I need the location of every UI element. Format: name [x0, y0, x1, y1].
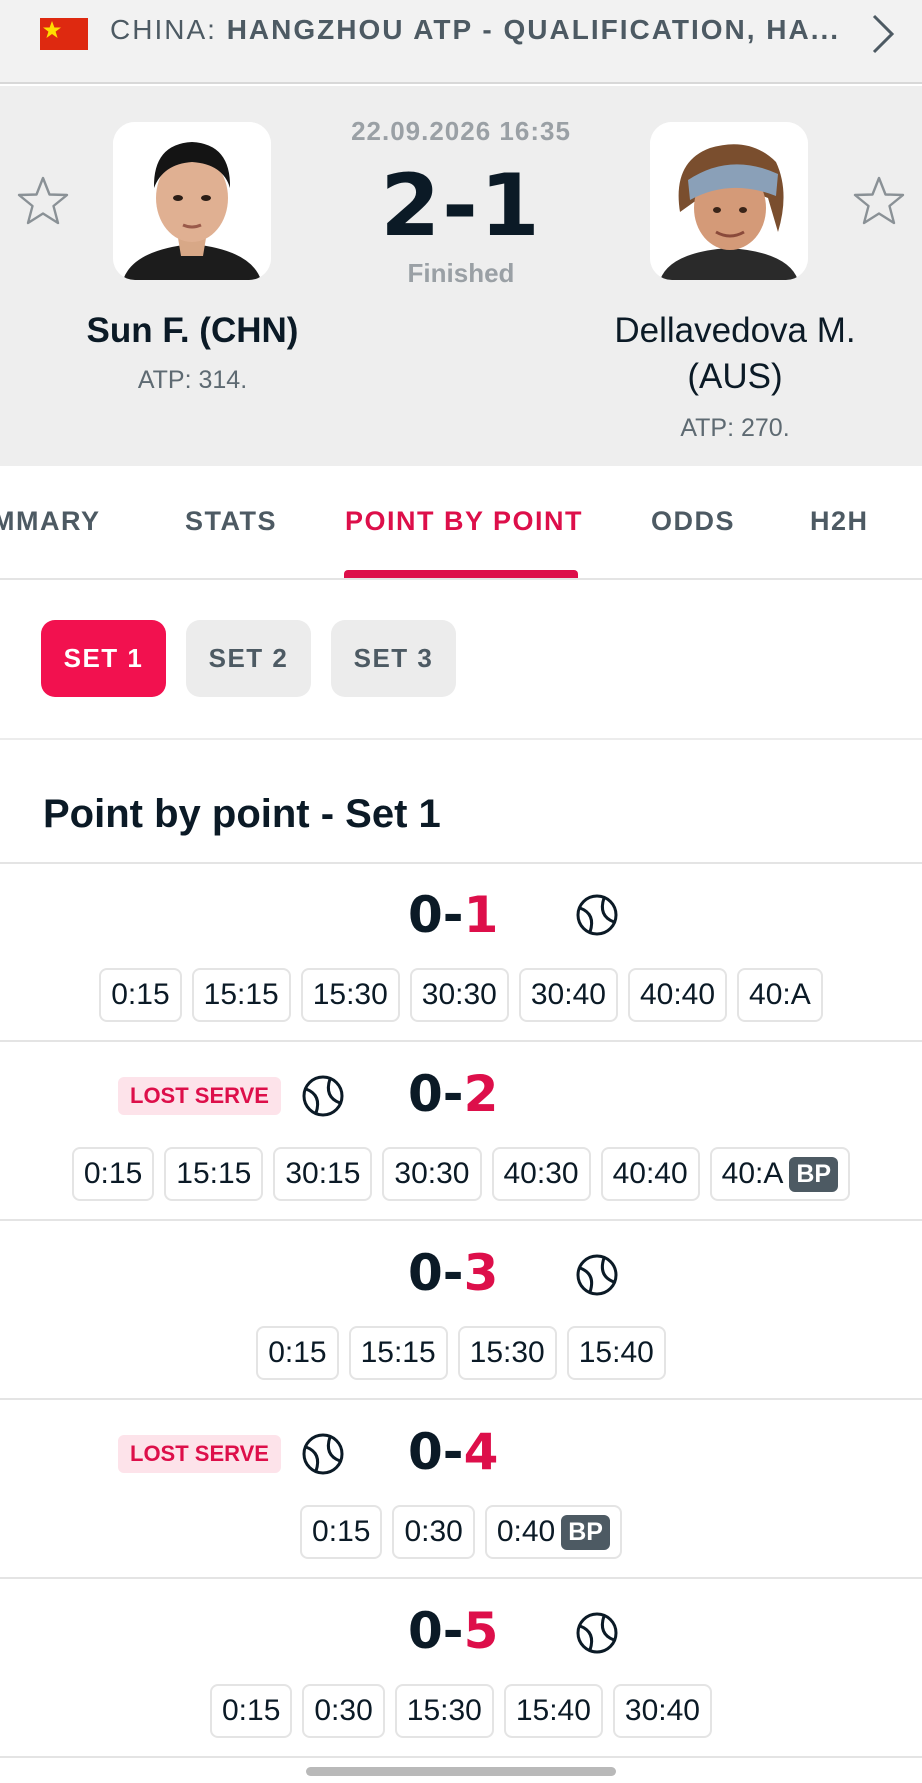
- away-player-rank: ATP: 270.: [680, 414, 790, 442]
- point-score: 40:A BP: [709, 1147, 851, 1201]
- point-score: 15:15: [191, 968, 291, 1022]
- point-list: 0:15 15:15 15:30 15:40: [0, 1326, 922, 1380]
- point-score: 30:30: [382, 1147, 482, 1201]
- competition-bar[interactable]: CHINA: HANGZHOU ATP - QUALIFICATION, HA.…: [0, 0, 922, 84]
- game-row: 0-5 0:15 0:30 15:30 15:40 30:40: [0, 1580, 922, 1758]
- point-score: 0:30: [302, 1684, 385, 1738]
- point-score: 30:30: [409, 968, 509, 1022]
- point-score: 15:30: [457, 1326, 557, 1380]
- point-score: 0:40 BP: [484, 1505, 622, 1559]
- point-score: 0:15: [209, 1684, 293, 1738]
- game-score: 0-2: [408, 1065, 499, 1123]
- point-score: 30:40: [518, 968, 618, 1022]
- tab-odds[interactable]: ODDS: [651, 506, 735, 537]
- match-tabs: MMARY STATS POINT BY POINT ODDS H2H: [0, 466, 922, 580]
- match-datetime: 22.09.2026 16:35: [351, 116, 571, 146]
- point-list: 0:15 0:30 0:40 BP: [0, 1505, 922, 1559]
- away-player-name[interactable]: Dellavedova M. (AUS): [570, 308, 900, 400]
- point-score: 40:40: [627, 968, 728, 1022]
- point-list: 0:15 15:15 15:30 30:30 30:40 40:40 40:A: [0, 968, 922, 1022]
- tab-stats[interactable]: STATS: [185, 506, 277, 537]
- point-score: 15:30: [394, 1684, 494, 1738]
- point-score: 40:30: [491, 1147, 591, 1201]
- point-list: 0:15 0:30 15:30 15:40 30:40: [0, 1684, 922, 1738]
- set-1-chip[interactable]: SET 1: [41, 620, 166, 697]
- break-point-badge: BP: [561, 1514, 610, 1550]
- country-label: CHINA:: [110, 14, 217, 45]
- point-score: 15:15: [164, 1147, 264, 1201]
- home-player-name[interactable]: Sun F. (CHN): [40, 308, 345, 354]
- game-score: 0-5: [408, 1602, 499, 1660]
- active-tab-indicator: [344, 570, 578, 578]
- set-3-chip[interactable]: SET 3: [331, 620, 456, 697]
- break-point-badge: BP: [789, 1156, 839, 1192]
- tab-point-by-point[interactable]: POINT BY POINT: [345, 506, 583, 537]
- serve-ball-icon: [302, 1433, 344, 1475]
- point-score: 30:40: [612, 1684, 712, 1738]
- game-score: 0-4: [408, 1423, 499, 1481]
- serve-ball-icon: [576, 1612, 618, 1654]
- game-row: LOST SERVE 0-2 0:15 15:15 30:15 30:30 40…: [0, 1043, 922, 1221]
- game-score: 0-3: [408, 1244, 499, 1302]
- point-score: 15:40: [566, 1326, 666, 1380]
- competition-title: CHINA: HANGZHOU ATP - QUALIFICATION, HA.…: [110, 14, 840, 46]
- lost-serve-badge: LOST SERVE: [118, 1077, 281, 1115]
- game-score: 0-1: [408, 886, 499, 944]
- lost-serve-badge: LOST SERVE: [118, 1435, 281, 1473]
- point-score: 15:15: [348, 1326, 448, 1380]
- point-score: 0:15: [300, 1505, 383, 1559]
- point-score: 0:30: [392, 1505, 475, 1559]
- serve-ball-icon: [576, 894, 618, 936]
- match-header: 22.09.2026 16:35 2-1 Finished Sun F. (CH…: [0, 86, 922, 466]
- point-score: 40:A: [737, 968, 823, 1022]
- game-row: 0-1 0:15 15:15 15:30 30:30 30:40 40:40 4…: [0, 864, 922, 1042]
- point-score: 0:15: [256, 1326, 339, 1380]
- point-score: 15:30: [300, 968, 400, 1022]
- tab-h2h[interactable]: H2H: [810, 506, 869, 537]
- section-title: Point by point - Set 1: [43, 792, 441, 836]
- point-score: 0:15: [99, 968, 182, 1022]
- point-score: 30:15: [273, 1147, 373, 1201]
- serve-ball-icon: [576, 1254, 618, 1296]
- game-row: LOST SERVE 0-4 0:15 0:30 0:40 BP: [0, 1401, 922, 1579]
- tab-summary[interactable]: MMARY: [0, 506, 101, 537]
- point-score: 0:15: [71, 1147, 155, 1201]
- game-row: 0-3 0:15 15:15 15:30 15:40: [0, 1222, 922, 1400]
- point-score: 15:40: [503, 1684, 603, 1738]
- point-list: 0:15 15:15 30:15 30:30 40:30 40:40 40:A B…: [0, 1147, 922, 1201]
- home-indicator[interactable]: [306, 1767, 616, 1776]
- match-score: 2-1: [380, 156, 542, 256]
- serve-ball-icon: [302, 1075, 344, 1117]
- china-flag-icon: [40, 18, 88, 50]
- home-player-rank: ATP: 314.: [137, 366, 248, 394]
- competition-name: HANGZHOU ATP - QUALIFICATION, HA...: [226, 14, 841, 45]
- match-status: Finished: [407, 258, 515, 288]
- set-selector: SET 1 SET 2 SET 3: [0, 580, 922, 740]
- chevron-right-icon[interactable]: [864, 12, 900, 56]
- point-score: 40:40: [600, 1147, 700, 1201]
- set-2-chip[interactable]: SET 2: [186, 620, 311, 697]
